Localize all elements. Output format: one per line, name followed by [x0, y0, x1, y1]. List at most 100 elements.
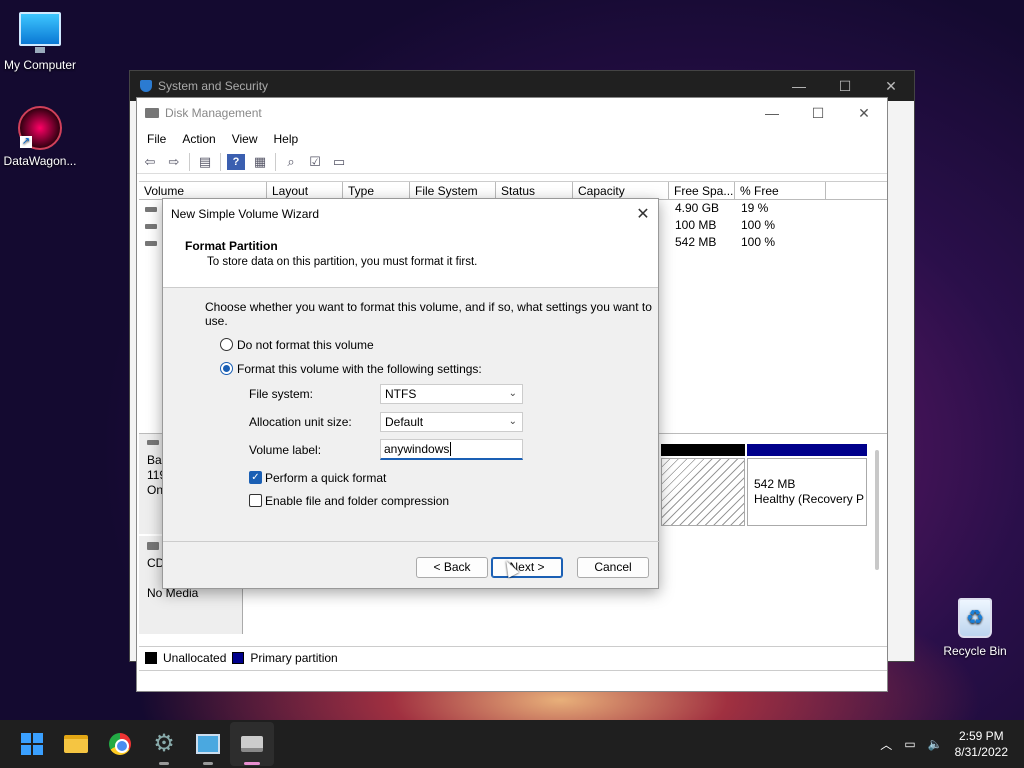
help-icon[interactable]: ? [227, 153, 245, 170]
taskbar-system-info[interactable] [186, 722, 230, 766]
properties-icon[interactable]: ▦ [251, 154, 269, 170]
show-hide-console-icon[interactable]: ▤ [196, 154, 214, 170]
recovery-partition[interactable]: 542 MB Healthy (Recovery P [747, 458, 867, 526]
do-not-format-radio[interactable] [220, 338, 233, 351]
desktop-icon-recycle-bin[interactable]: ♻ Recycle Bin [935, 598, 1015, 658]
checklist-icon[interactable]: ☑ [306, 154, 324, 170]
chevron-down-icon: ⌄ [508, 388, 517, 399]
maximize-button[interactable]: ☐ [822, 78, 868, 95]
new-simple-volume-wizard: New Simple Volume Wizard ✕ Format Partit… [162, 198, 660, 589]
taskbar-file-explorer[interactable] [54, 722, 98, 766]
allocation-unit-label: Allocation unit size: [249, 415, 352, 429]
quick-format-checkbox[interactable]: ✓ [249, 471, 262, 484]
volume-label-input[interactable]: anywindows [380, 439, 523, 460]
menu-file[interactable]: File [139, 132, 174, 146]
clock[interactable]: 2:59 PM 8/31/2022 [955, 728, 1008, 760]
drive-icon [145, 224, 157, 229]
file-system-select[interactable]: NTFS ⌄ [380, 384, 523, 404]
back-button[interactable]: < Back [416, 557, 488, 578]
allocation-unit-select[interactable]: Default ⌄ [380, 412, 523, 432]
partition-status: Healthy (Recovery P [754, 492, 865, 506]
toolbar-separator [220, 152, 221, 171]
clock-date: 8/31/2022 [954, 745, 1008, 759]
minimize-button[interactable]: — [776, 78, 822, 94]
monitor-icon [19, 12, 61, 53]
taskbar-chrome[interactable] [98, 722, 142, 766]
maximize-button[interactable]: ☐ [795, 105, 841, 122]
system-tray: ︿ ▭ 🔈 2:59 PM 8/31/2022 [880, 720, 1008, 768]
legend: Unallocated Primary partition [139, 646, 887, 668]
menu-view[interactable]: View [224, 132, 266, 146]
chevron-up-icon[interactable]: ︿ [880, 736, 892, 753]
vertical-scrollbar[interactable] [875, 450, 879, 570]
column-header-capacity[interactable]: Capacity [573, 182, 669, 199]
cancel-button[interactable]: Cancel [577, 557, 649, 578]
legend-primary: Primary partition [250, 650, 338, 665]
compression-label[interactable]: Enable file and folder compression [265, 494, 449, 508]
clock-time: 2:59 PM [958, 729, 1004, 743]
menu-help[interactable]: Help [266, 132, 307, 146]
quick-format-label[interactable]: Perform a quick format [265, 471, 386, 485]
disk-management-icon [241, 736, 263, 752]
toolbar: ⇦ ⇨ ▤ ? ▦ ⌕ ☑ ▭ [137, 150, 887, 174]
title-bar: Disk Management — ☐ ✕ [137, 98, 887, 128]
cell-free-space: 100 MB [675, 218, 717, 232]
shield-icon [140, 80, 152, 92]
status-bar [139, 670, 887, 692]
network-icon[interactable]: ▭ [904, 737, 915, 751]
unallocated-bar [661, 444, 745, 456]
next-button[interactable]: Next > [491, 557, 563, 578]
instruction-text: Choose whether you want to format this v… [205, 300, 652, 328]
cell-free-space: 4.90 GB [675, 201, 720, 215]
primary-swatch [232, 651, 245, 664]
cell-percent-free: 19 % [741, 201, 769, 215]
desktop-icon-label: My Computer [3, 58, 77, 72]
minimize-button[interactable]: — [749, 105, 795, 121]
wizard-header: Format Partition To store data on this p… [163, 229, 658, 288]
close-button[interactable]: ✕ [841, 105, 887, 122]
desktop-icon-my-computer[interactable]: My Computer [0, 12, 80, 72]
windows-logo-icon [21, 733, 43, 755]
volume-icon[interactable]: 🔈 [928, 737, 943, 751]
dialog-title-bar: New Simple Volume Wizard ✕ [163, 199, 658, 229]
start-button[interactable] [10, 722, 54, 766]
format-volume-label[interactable]: Format this volume with the following se… [237, 362, 482, 376]
page-subtitle: To store data on this partition, you mus… [207, 256, 478, 268]
folder-icon [64, 735, 88, 753]
gear-icon: ⚙ [153, 730, 175, 757]
column-header-layout[interactable]: Layout [267, 182, 343, 199]
column-header-percent-free[interactable]: % Free [735, 182, 826, 199]
taskbar-settings[interactable]: ⚙ [142, 722, 186, 766]
close-button[interactable]: ✕ [868, 78, 914, 95]
settings-panel-icon[interactable]: ▭ [330, 154, 348, 170]
cell-percent-free: 100 % [741, 218, 776, 232]
column-header-file-system[interactable]: File System [410, 182, 496, 199]
taskbar: ⚙ ︿ ▭ 🔈 2:59 PM 8/31/2022 [0, 720, 1024, 768]
toolbar-separator [189, 152, 190, 171]
connect-icon[interactable]: ⌕ [282, 154, 300, 170]
desktop-icon-datawagon[interactable]: ↗ DataWagon... [0, 106, 80, 168]
compression-checkbox[interactable] [249, 494, 262, 507]
taskbar-disk-management[interactable] [230, 722, 274, 766]
column-header-volume[interactable]: Volume [139, 182, 267, 199]
partition-size: 542 MB [754, 477, 796, 491]
do-not-format-label[interactable]: Do not format this volume [237, 338, 374, 352]
close-icon[interactable]: ✕ [628, 204, 658, 224]
system-info-icon [196, 734, 220, 754]
window-title: Disk Management [165, 106, 262, 120]
file-system-label: File system: [249, 387, 314, 401]
forward-arrow-icon[interactable]: ⇨ [165, 154, 183, 170]
column-header-free-space[interactable]: Free Spa... [669, 182, 735, 199]
column-header-type[interactable]: Type [343, 182, 410, 199]
unallocated-region[interactable] [661, 458, 745, 526]
column-header-status[interactable]: Status [496, 182, 573, 199]
drive-icon [145, 241, 157, 246]
format-volume-radio[interactable] [220, 362, 233, 375]
recovery-partition-bar [747, 444, 867, 456]
menu-action[interactable]: Action [174, 132, 223, 146]
active-indicator [244, 762, 260, 765]
back-arrow-icon[interactable]: ⇦ [141, 154, 159, 170]
shortcut-arrow-icon: ↗ [20, 136, 32, 148]
recycle-bin-icon: ♻ [958, 598, 992, 638]
menu-bar: File Action View Help [137, 128, 887, 150]
